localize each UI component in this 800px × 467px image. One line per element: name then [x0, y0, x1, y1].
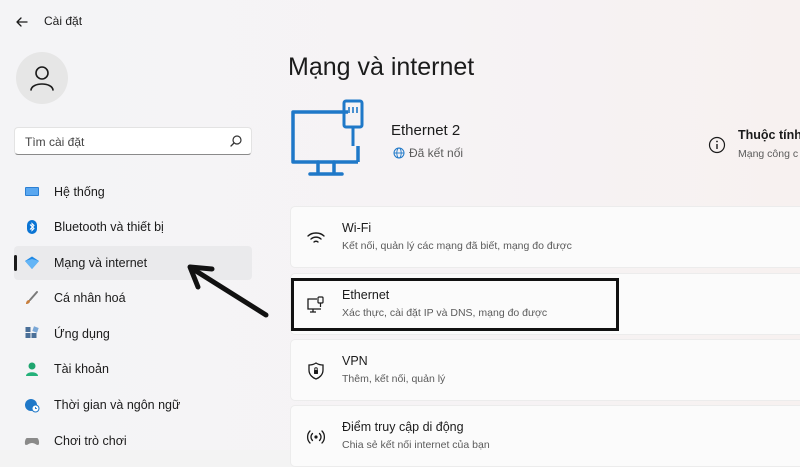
search-input[interactable]	[23, 132, 227, 152]
properties-link[interactable]: Thuộc tính	[738, 128, 800, 142]
person-icon	[26, 362, 38, 376]
sidebar-item-label: Hệ thống	[54, 185, 105, 199]
ethernet-monitor-icon	[291, 99, 364, 176]
sidebar-item-label: Cá nhân hoá	[54, 291, 126, 305]
card-title: Wi-Fi	[342, 221, 372, 235]
globe-clock-icon	[25, 399, 40, 413]
gamepad-icon	[24, 438, 40, 445]
settings-card-vpn[interactable]: VPN Thêm, kết nối, quản lý	[290, 339, 800, 401]
apps-icon	[25, 326, 39, 338]
search-icon[interactable]	[229, 134, 243, 148]
card-subtitle: Thêm, kết nối, quản lý	[342, 373, 446, 385]
connection-status: Đã kết nối	[409, 146, 464, 160]
sidebar-item-label: Chơi trò chơi	[54, 434, 127, 448]
card-title: VPN	[342, 354, 368, 368]
info-icon[interactable]	[708, 136, 726, 154]
connection-name: Ethernet 2	[391, 122, 461, 139]
selection-indicator	[14, 255, 17, 271]
sidebar-item-system[interactable]: Hệ thống	[14, 175, 252, 209]
sidebar-item-label: Mạng và internet	[54, 256, 148, 270]
sidebar-item-label: Tài khoản	[54, 362, 109, 376]
globe-icon	[393, 147, 405, 159]
card-subtitle: Chia sẻ kết nối internet của bạn	[342, 439, 490, 451]
shield-icon	[308, 362, 324, 380]
wifi-diamond-icon	[25, 256, 39, 269]
settings-card-wifi[interactable]: Wi-Fi Kết nối, quản lý các mạng đã biết,…	[290, 206, 800, 268]
settings-card-hotspot[interactable]: Điểm truy cập di động Chia sẻ kết nối in…	[290, 405, 800, 467]
annotation-arrow-icon	[187, 264, 269, 318]
avatar[interactable]	[16, 52, 68, 104]
properties-subtitle: Mạng công c	[738, 148, 799, 160]
ethernet-icon	[307, 296, 324, 313]
card-title: Điểm truy cập di động	[342, 420, 464, 434]
brush-icon	[26, 291, 38, 304]
hotspot-icon	[306, 430, 326, 444]
card-title: Ethernet	[342, 288, 390, 302]
title-bar: Cài đặt	[0, 0, 800, 42]
card-subtitle: Kết nối, quản lý các mạng đã biết, mạng …	[342, 240, 572, 252]
sidebar-item-label: Ứng dụng	[54, 327, 110, 341]
sidebar-item-bluetooth[interactable]: Bluetooth và thiết bị	[14, 210, 252, 244]
sidebar-item-time-language[interactable]: Thời gian và ngôn ngữ	[14, 388, 252, 422]
back-button[interactable]	[12, 12, 32, 32]
search-box[interactable]	[14, 127, 252, 155]
window-title: Cài đặt	[44, 14, 83, 28]
page-title: Mạng và internet	[288, 53, 475, 81]
wifi-icon	[307, 232, 325, 243]
card-subtitle: Xác thực, cài đặt IP và DNS, mạng đo đượ…	[342, 307, 548, 319]
user-icon	[30, 66, 54, 91]
sidebar-item-gaming[interactable]: Chơi trò chơi	[14, 424, 252, 458]
bluetooth-icon	[27, 220, 37, 234]
arrow-left-icon	[16, 17, 28, 27]
monitor-icon	[25, 187, 39, 196]
sidebar-item-accounts[interactable]: Tài khoản	[14, 352, 252, 386]
sidebar-item-label: Thời gian và ngôn ngữ	[54, 398, 181, 412]
sidebar-item-label: Bluetooth và thiết bị	[54, 220, 164, 234]
settings-card-ethernet[interactable]: Ethernet Xác thực, cài đặt IP và DNS, mạ…	[290, 273, 800, 335]
